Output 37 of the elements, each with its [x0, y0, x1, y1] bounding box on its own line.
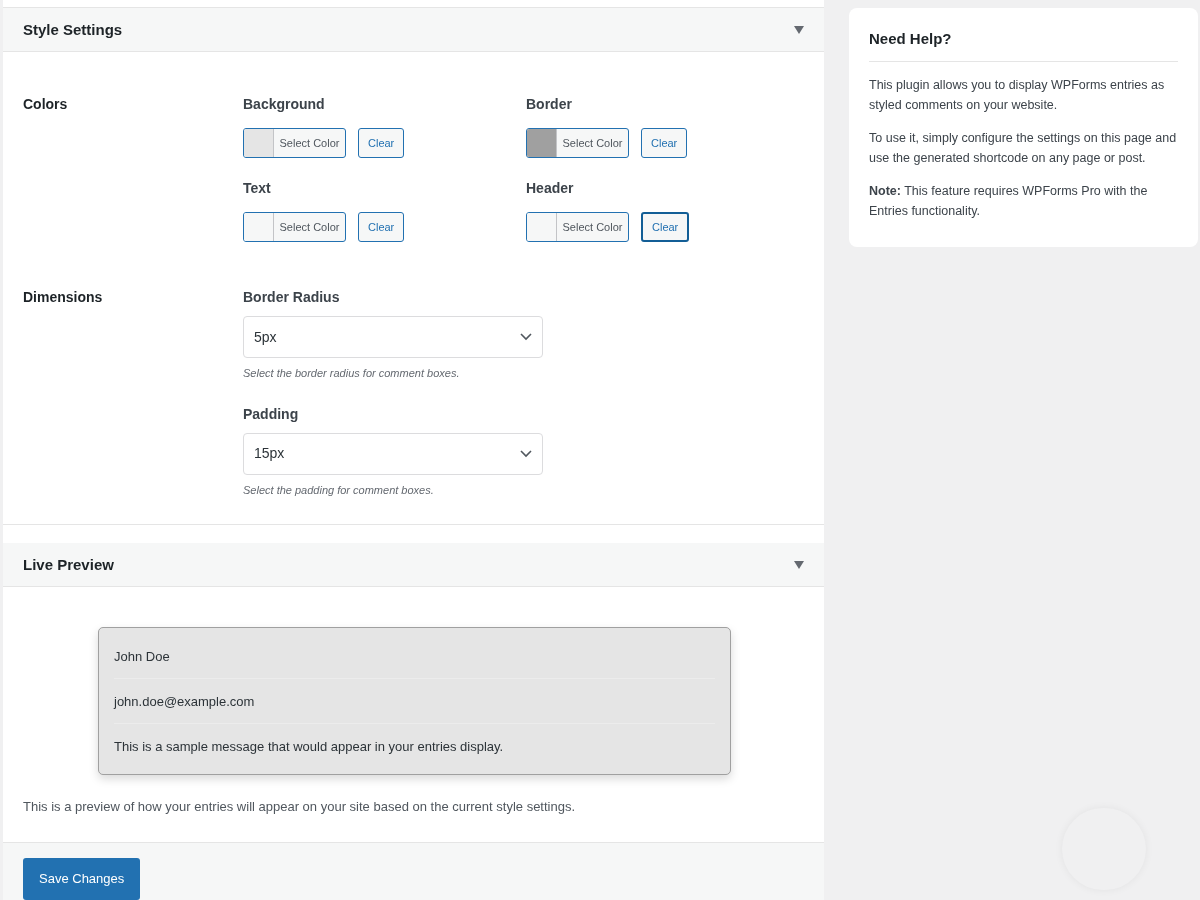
help-paragraph: Note: This feature requires WPForms Pro with the Entries functionality. [869, 182, 1149, 220]
section-header[interactable]: Style Settings [3, 8, 824, 53]
preview-note: This is a preview of how your entries will appear on your site based on the current style settings. [23, 798, 577, 817]
entry-text: john.doe@example.com [114, 694, 255, 710]
field-label: Background [243, 95, 326, 115]
help-paragraph: This plugin allows you to display WPForms entries as styled comments on your website. [869, 76, 1166, 114]
field-label: Border [526, 95, 573, 115]
row-label: Colors [23, 95, 69, 115]
save-changes-button[interactable]: Save Changes [23, 858, 141, 900]
row-label: Dimensions [23, 288, 104, 308]
entry-text: John Doe [114, 649, 170, 665]
clear-button[interactable]: Clear [641, 212, 690, 243]
help-text: Select the padding for comment boxes. [243, 482, 435, 498]
help-title: Need Help? [869, 28, 1178, 62]
section-header[interactable]: Live Preview [3, 543, 824, 588]
chevron-down-icon [520, 449, 532, 458]
field-label: Header [526, 179, 575, 199]
help-text: Select the border radius for comment boxes. [243, 366, 461, 382]
field-label: Padding [243, 404, 300, 424]
clear-button[interactable]: Clear [358, 128, 405, 159]
field-label: Border Radius [243, 288, 341, 308]
section-title: Style Settings [23, 19, 123, 40]
select-color-button[interactable]: Select Color [526, 128, 629, 159]
entry-text: This is a sample message that would appear in your entries display. [114, 739, 504, 755]
collapse-triangle-icon[interactable] [794, 560, 804, 569]
dropdown-select[interactable]: 5px [243, 316, 543, 359]
chevron-down-icon [520, 333, 532, 342]
select-color-button[interactable]: Select Color [243, 212, 346, 243]
clear-button[interactable]: Clear [641, 128, 688, 159]
select-color-button[interactable]: Select Color [526, 212, 629, 243]
dropdown-select[interactable]: 15px [243, 432, 543, 475]
clear-button[interactable]: Clear [358, 212, 405, 243]
field-label: Text [243, 179, 272, 199]
collapse-triangle-icon[interactable] [794, 25, 804, 34]
section-title: Live Preview [23, 554, 114, 575]
help-paragraph: To use it, simply configure the settings on this page and use the generated shortcode on any page or post. [869, 129, 1178, 167]
select-color-button[interactable]: Select Color [243, 128, 346, 159]
